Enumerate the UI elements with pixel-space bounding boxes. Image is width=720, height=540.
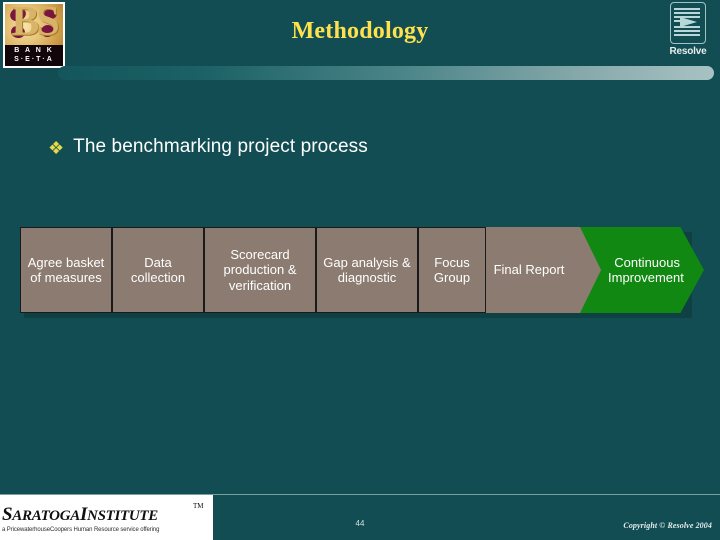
copyright-notice: Copyright © Resolve 2004 [623, 521, 712, 530]
page-number: 44 [355, 519, 365, 528]
process-step-3: Scorecard production & verification [204, 227, 316, 313]
bankseta-logo-graphic: BS B A N K S·E·T·A [5, 4, 63, 66]
bullet-item: ❖ The benchmarking project process [48, 136, 368, 158]
process-step-label: Final Report [493, 262, 565, 278]
process-flow-diagram: Agree basket of measures Data collection… [20, 227, 704, 318]
diamond-bullet-icon: ❖ [48, 137, 65, 158]
process-step-label: Scorecard production & verification [223, 246, 297, 293]
resolve-logo: Resolve [664, 2, 712, 64]
process-step-label: Data collection [130, 254, 186, 286]
bullet-label: The benchmarking project process [73, 136, 368, 157]
resolve-wordmark: Resolve [669, 46, 707, 57]
process-step-label: Gap analysis & diagnostic [323, 254, 411, 286]
process-step-2: Data collection [112, 227, 204, 313]
process-step-label: Focus Group [433, 254, 471, 286]
process-step-4: Gap analysis & diagnostic [316, 227, 418, 313]
trademark-symbol: TM [193, 502, 204, 510]
slide-canvas: BS B A N K S·E·T·A Resolve Methodology ❖… [0, 0, 720, 540]
bankseta-word-seta: S·E·T·A [14, 56, 54, 63]
document-icon [670, 2, 706, 44]
bankseta-wordmark: B A N K S·E·T·A [5, 45, 63, 66]
process-step-label: Agree basket of measures [27, 254, 105, 286]
saratoga-institute-logo: SARATOGAINSTITUTE TM a PricewaterhouseCo… [0, 495, 213, 540]
bankseta-word-bank: B A N K [14, 47, 54, 54]
process-step-1: Agree basket of measures [20, 227, 112, 313]
page-title: Methodology [291, 18, 429, 44]
process-step-5: Focus Group [418, 227, 486, 313]
bankseta-logo: BS B A N K S·E·T·A [3, 2, 65, 68]
title-divider-bar [58, 66, 714, 80]
bankseta-initials: BS [11, 4, 59, 45]
